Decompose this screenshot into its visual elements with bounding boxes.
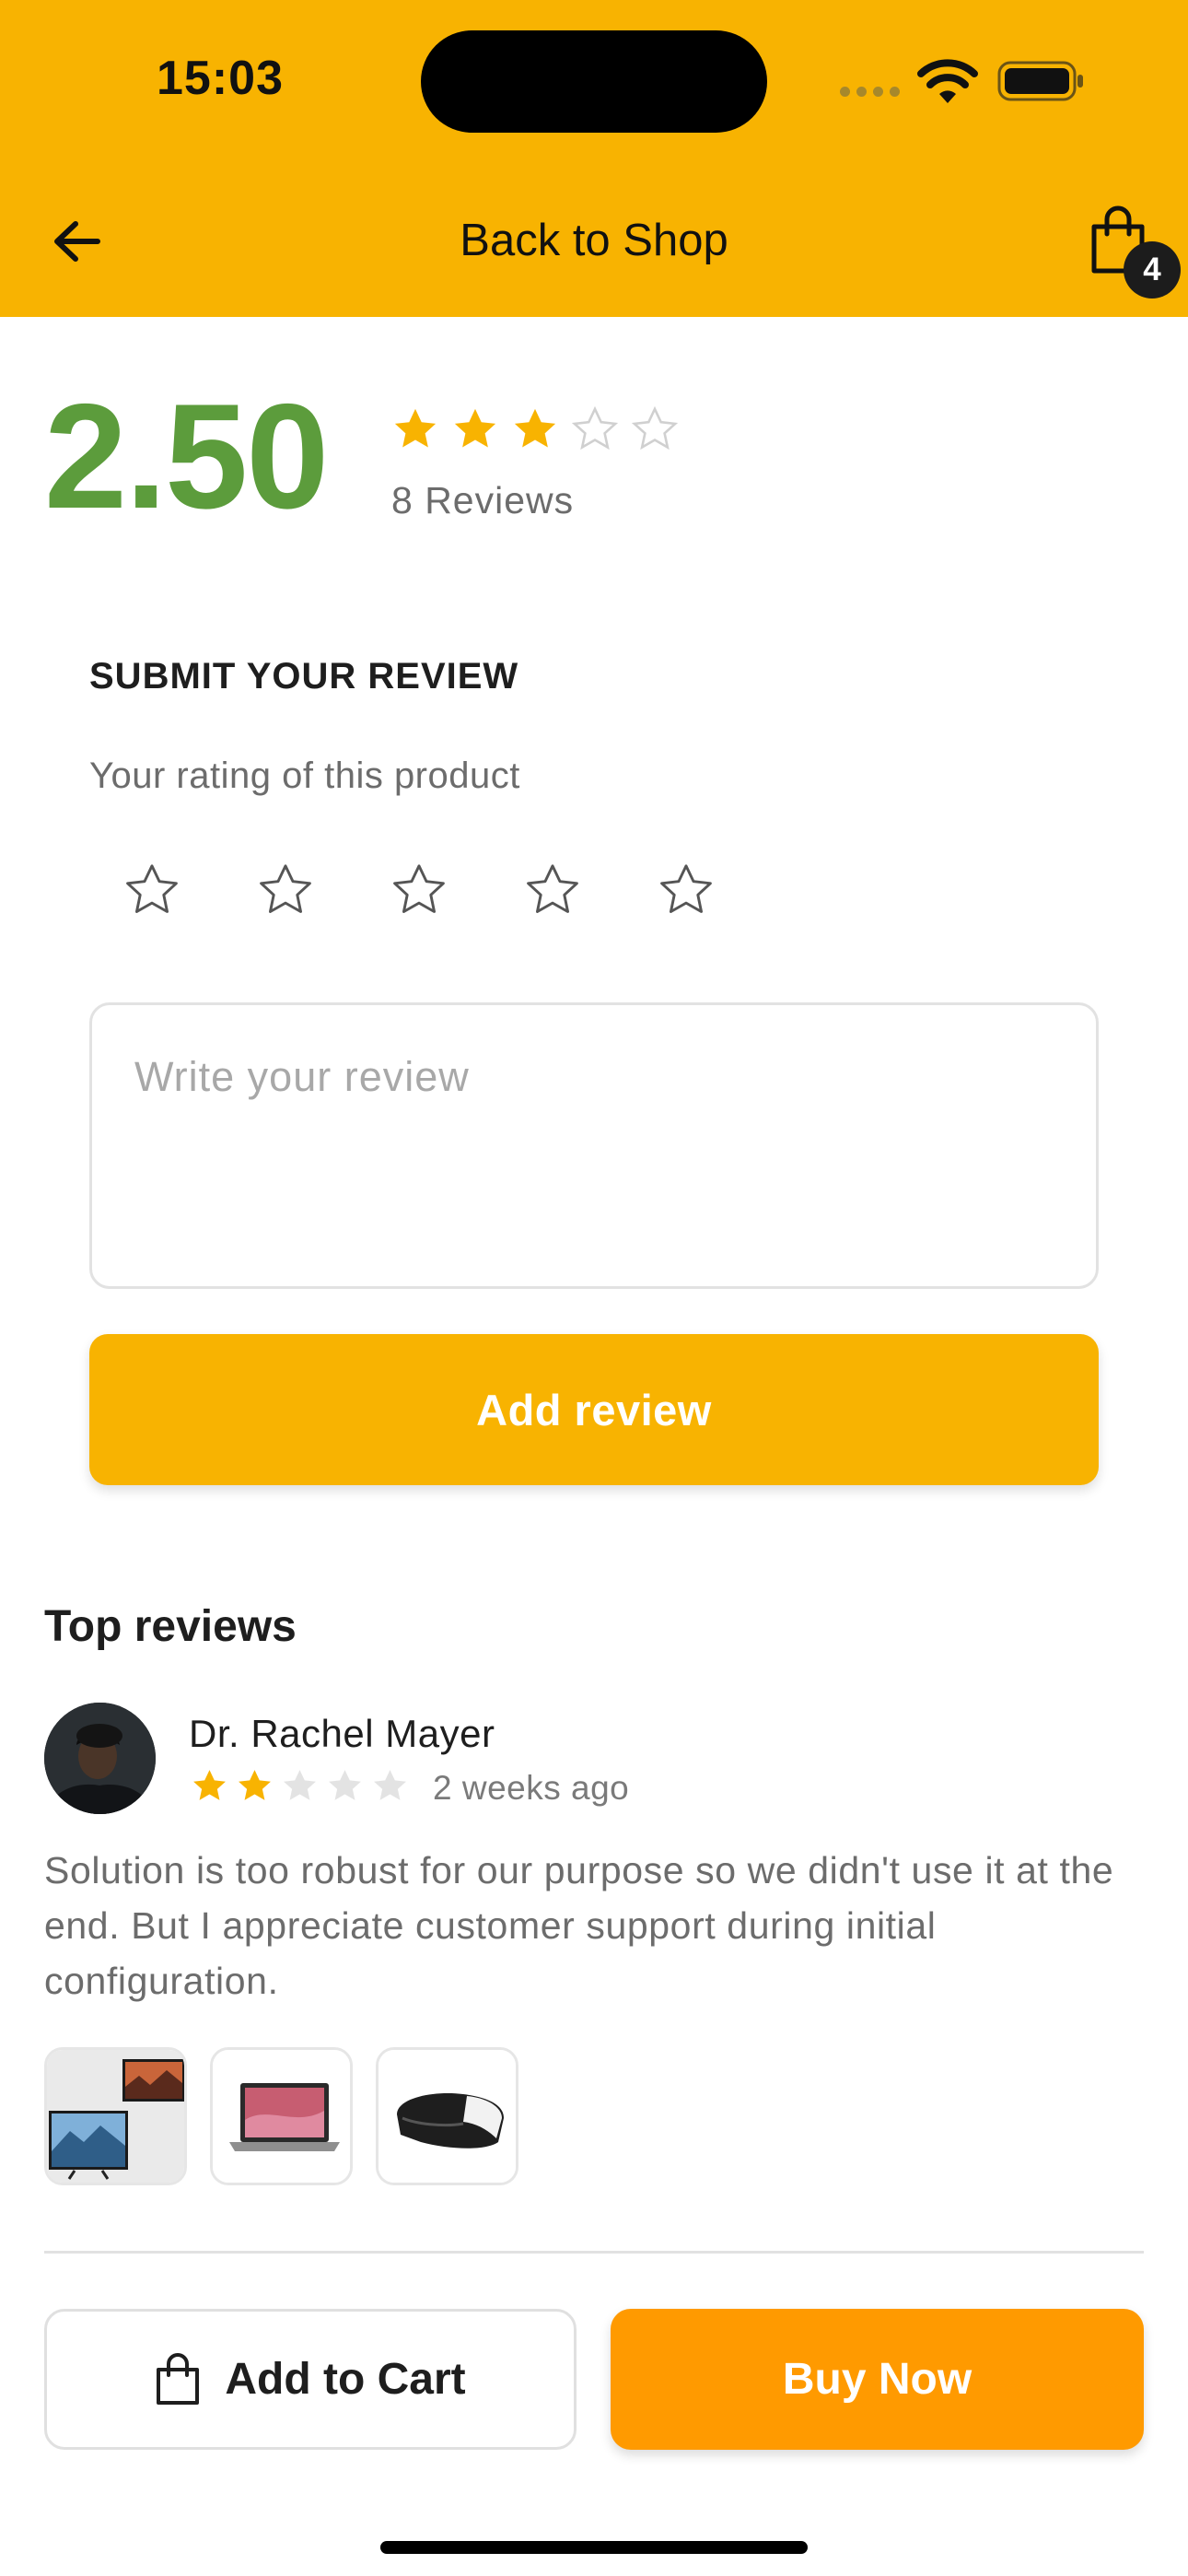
average-rating: 2.50 bbox=[44, 373, 329, 540]
star-empty-icon bbox=[374, 1770, 406, 1800]
reviews-count: 8 Reviews bbox=[391, 479, 575, 521]
review-image-vr-headset[interactable] bbox=[376, 2047, 518, 2185]
star-filled-icon bbox=[193, 1770, 226, 1800]
home-indicator[interactable] bbox=[380, 2541, 808, 2554]
star-filled-icon bbox=[514, 408, 556, 448]
review-image-laptop[interactable] bbox=[210, 2047, 353, 2185]
app-header: 15:03 Back to Shop 4 bbox=[0, 0, 1188, 317]
rate-star-2[interactable] bbox=[256, 861, 315, 919]
review-date: 2 weeks ago bbox=[433, 1769, 630, 1807]
rate-star-4[interactable] bbox=[523, 861, 582, 919]
star-empty-icon bbox=[571, 405, 619, 451]
star-empty-icon bbox=[329, 1770, 361, 1800]
review-text: Solution is too robust for our purpose s… bbox=[44, 1849, 1114, 2002]
star-filled-icon bbox=[239, 1770, 271, 1800]
avatar bbox=[44, 1703, 156, 1814]
status-time: 15:03 bbox=[157, 52, 284, 105]
rating-label: Your rating of this product bbox=[89, 755, 520, 796]
page-title: Back to Shop bbox=[460, 216, 728, 265]
star-filled-icon bbox=[454, 408, 496, 448]
rate-star-3[interactable] bbox=[390, 861, 448, 919]
shopping-bag-icon bbox=[157, 2352, 200, 2405]
cart-button[interactable]: 4 bbox=[1087, 205, 1181, 299]
reviewer-rating-stars bbox=[191, 1767, 409, 1805]
reviewer-name: Dr. Rachel Mayer bbox=[189, 1712, 495, 1755]
average-rating-stars bbox=[391, 405, 679, 453]
rating-input-stars bbox=[122, 861, 716, 919]
add-to-cart-label: Add to Cart bbox=[225, 2355, 466, 2404]
arrow-left-icon bbox=[54, 221, 100, 262]
add-review-button[interactable]: Add review bbox=[89, 1334, 1099, 1485]
rate-star-5[interactable] bbox=[657, 861, 716, 919]
star-empty-icon bbox=[284, 1770, 316, 1800]
rate-star-1[interactable] bbox=[122, 861, 181, 919]
wifi-icon bbox=[917, 59, 978, 103]
star-empty-icon bbox=[631, 405, 679, 451]
submit-review-title: SUBMIT YOUR REVIEW bbox=[89, 656, 519, 697]
divider bbox=[44, 2251, 1144, 2254]
cart-count-badge: 4 bbox=[1124, 241, 1181, 299]
dynamic-island bbox=[421, 30, 767, 133]
star-filled-icon bbox=[394, 408, 437, 448]
battery-icon bbox=[997, 61, 1083, 101]
buy-now-button[interactable]: Buy Now bbox=[611, 2309, 1144, 2450]
review-text-input[interactable] bbox=[89, 1002, 1099, 1289]
back-button[interactable] bbox=[46, 210, 109, 273]
cellular-signal-icon bbox=[840, 87, 900, 97]
top-reviews-heading: Top reviews bbox=[44, 1602, 297, 1651]
review-image-tv[interactable] bbox=[44, 2047, 187, 2185]
add-to-cart-button[interactable]: Add to Cart bbox=[44, 2309, 577, 2450]
